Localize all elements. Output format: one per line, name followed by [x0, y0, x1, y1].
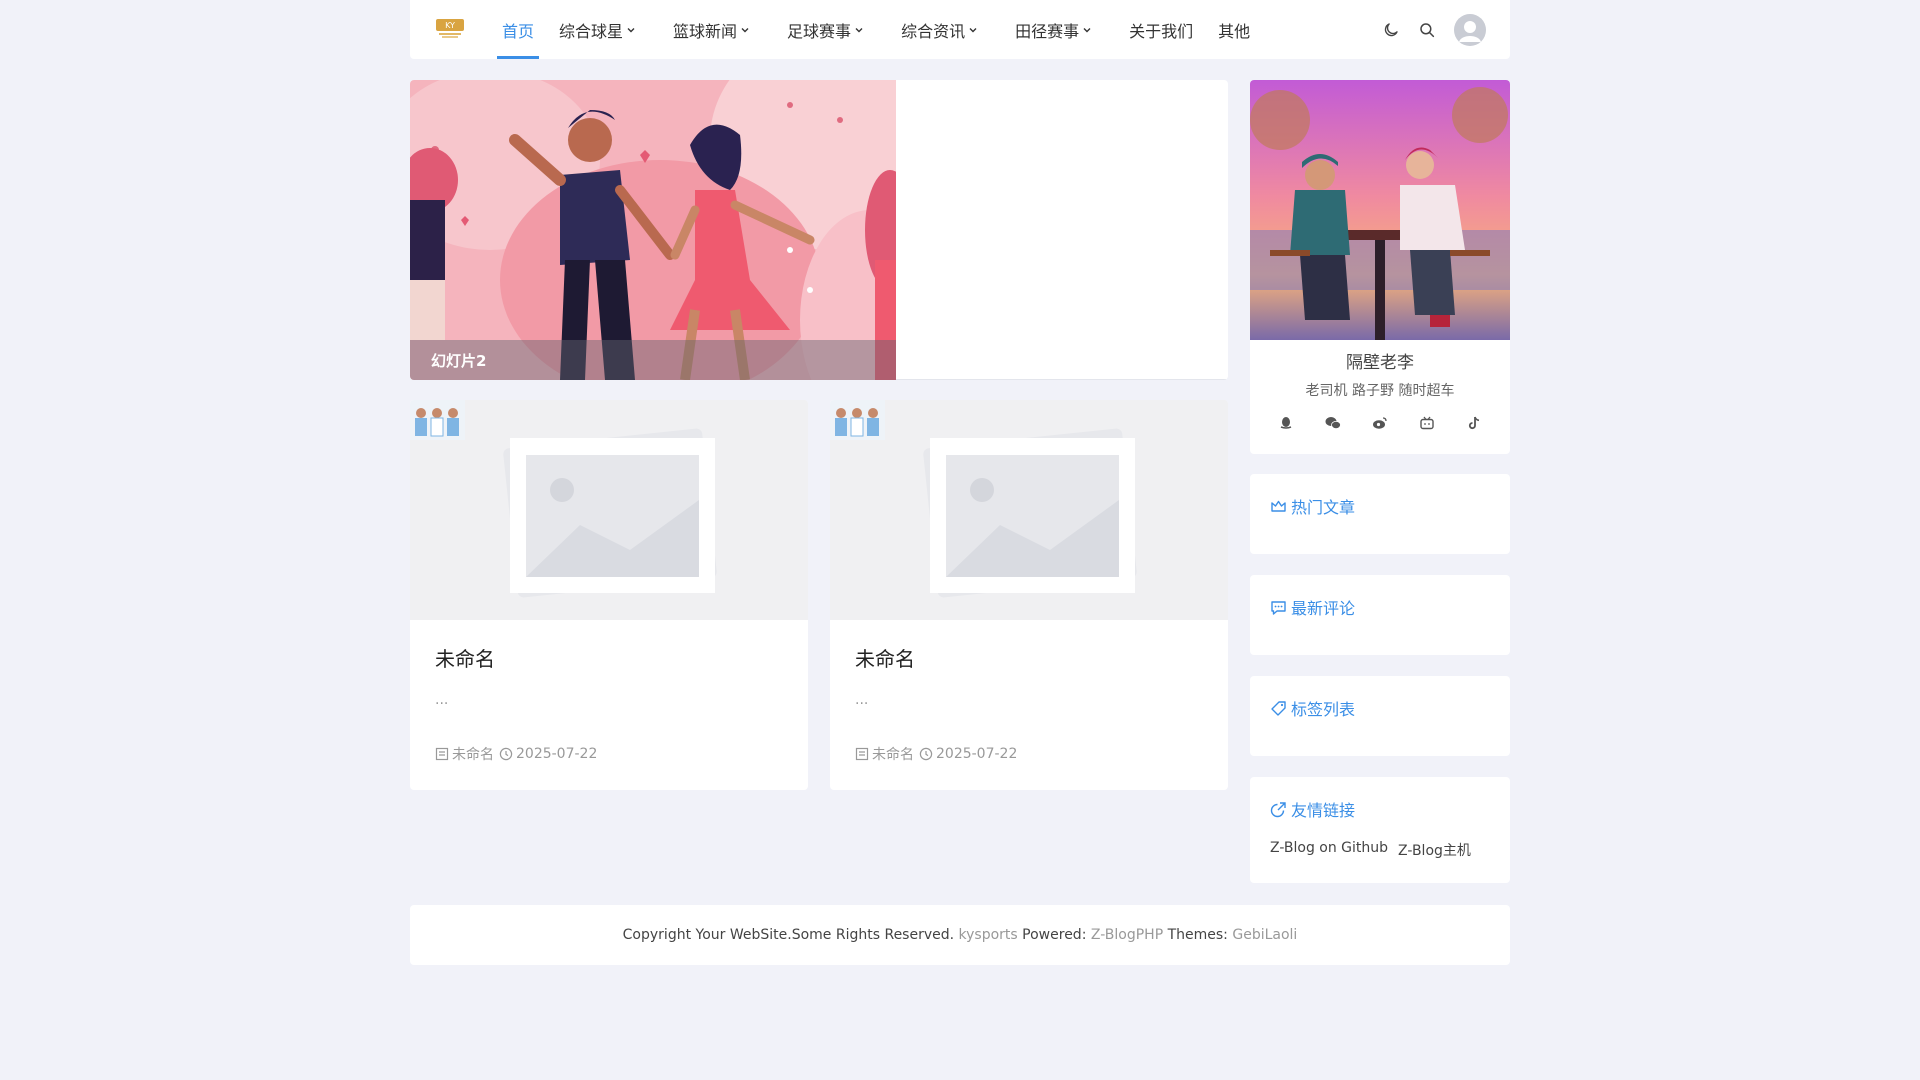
post-date-label: 2025-07-22: [516, 746, 598, 762]
post-date: 2025-07-22: [499, 746, 597, 762]
chevron-down-icon: [1083, 27, 1091, 32]
footer-powered-link[interactable]: Z-BlogPHP: [1091, 927, 1163, 943]
chevron-down-icon: [627, 27, 635, 32]
header-tools: [1366, 0, 1486, 59]
post-category[interactable]: 未命名: [435, 744, 494, 764]
clock-icon: [919, 747, 933, 761]
category-icon: [855, 747, 869, 761]
post-category[interactable]: 未命名: [855, 744, 914, 764]
site-header: KY 首页 综合球星 篮球新闻 足球赛事 综合资讯 田径赛事 关于我们 其他: [410, 0, 1510, 59]
widget-title-text: 标签列表: [1291, 700, 1356, 719]
post-date-label: 2025-07-22: [936, 746, 1018, 762]
nav-label: 篮球新闻: [673, 21, 738, 41]
nav-label: 综合资讯: [901, 21, 966, 41]
post-excerpt: ...: [435, 692, 449, 708]
tag-icon: [1271, 700, 1286, 716]
footer-site-link[interactable]: kysports: [959, 927, 1018, 943]
slide-image[interactable]: 幻灯片2: [410, 80, 896, 380]
nav-label: 综合球星: [559, 21, 624, 41]
nav-item-athletics[interactable]: 田径赛事: [1010, 0, 1097, 59]
nav-label: 田径赛事: [1015, 21, 1080, 41]
nav-item-football[interactable]: 足球赛事: [782, 0, 869, 59]
nav-item-news[interactable]: 综合资讯: [896, 0, 983, 59]
profile-card: 隔壁老李 老司机 路子野 随时超车: [1250, 80, 1510, 454]
footer-powered-label: Powered:: [1022, 927, 1087, 943]
widget-title[interactable]: 最新评论: [1270, 595, 1355, 619]
post-category-label: 未命名: [452, 747, 494, 763]
chevron-down-icon: [741, 27, 749, 32]
chevron-down-icon: [855, 27, 863, 32]
footer-copyright: Copyright Your WebSite.Some Rights Reser…: [622, 927, 955, 943]
post-title[interactable]: 未命名: [435, 643, 495, 672]
post-card[interactable]: 未命名 ... 未命名 2025-07-22: [410, 400, 808, 790]
post-title[interactable]: 未命名: [855, 643, 915, 672]
widget-title[interactable]: 热门文章: [1270, 494, 1355, 518]
nav-label: 首页: [502, 21, 535, 41]
widget-title-text: 最新评论: [1291, 599, 1356, 618]
nav-item-home[interactable]: 首页: [497, 0, 540, 59]
slide-caption: 幻灯片2: [410, 340, 896, 380]
widget-hot-posts: 热门文章: [1250, 474, 1510, 554]
post-thumbnail-placeholder[interactable]: [830, 400, 1228, 620]
clock-icon: [499, 747, 513, 761]
wechat-icon[interactable]: [1324, 414, 1342, 432]
nav-item-basketball[interactable]: 篮球新闻: [668, 0, 755, 59]
comment-icon: [1271, 600, 1286, 615]
crown-icon: [1271, 500, 1286, 512]
post-excerpt: ...: [855, 692, 869, 708]
bilibili-icon[interactable]: [1418, 414, 1436, 432]
widget-title-text: 热门文章: [1291, 498, 1356, 517]
slider: 幻灯片2: [410, 80, 1228, 380]
nav-label: 关于我们: [1129, 21, 1194, 41]
nav-item-stars[interactable]: 综合球星: [554, 0, 641, 59]
friend-links-list: Z-Blog on Github Z-Blog主机: [1270, 840, 1481, 860]
tiktok-icon[interactable]: [1465, 414, 1483, 432]
profile-cover-image: [1250, 80, 1510, 340]
site-footer: Copyright Your WebSite.Some Rights Reser…: [410, 905, 1510, 965]
social-links: [1250, 414, 1510, 432]
post-author-thumb: [410, 400, 465, 440]
dark-mode-moon-icon[interactable]: [1380, 19, 1402, 41]
friend-link[interactable]: Z-Blog主机: [1398, 840, 1471, 860]
slide-caption-text: 幻灯片2: [431, 352, 487, 370]
post-card[interactable]: 未命名 ... 未命名 2025-07-22: [830, 400, 1228, 790]
external-link-icon: [1270, 801, 1286, 817]
widget-title-text: 友情链接: [1291, 801, 1356, 820]
footer-themes-label: Themes:: [1167, 927, 1228, 943]
friend-link[interactable]: Z-Blog on Github: [1270, 840, 1388, 860]
nav-label: 足球赛事: [787, 21, 852, 41]
footer-theme-link[interactable]: GebiLaoli: [1232, 927, 1297, 943]
post-author-thumb: [830, 400, 885, 440]
widget-tags: 标签列表: [1250, 676, 1510, 756]
profile-name: 隔壁老李: [1346, 353, 1414, 373]
chevron-down-icon: [969, 27, 977, 32]
svg-text:KY: KY: [445, 21, 455, 30]
weibo-icon[interactable]: [1371, 414, 1389, 432]
widget-recent-comments: 最新评论: [1250, 575, 1510, 655]
widget-friend-links: 友情链接 Z-Blog on Github Z-Blog主机: [1250, 777, 1510, 883]
post-meta: 未命名 2025-07-22: [855, 744, 1022, 764]
category-icon: [435, 747, 449, 761]
main-nav: 首页 综合球星 篮球新闻 足球赛事 综合资讯 田径赛事 关于我们 其他: [497, 0, 1270, 59]
nav-item-other[interactable]: 其他: [1213, 0, 1255, 59]
search-icon[interactable]: [1416, 19, 1438, 41]
nav-item-about[interactable]: 关于我们: [1124, 0, 1198, 59]
post-category-label: 未命名: [872, 747, 914, 763]
widget-title[interactable]: 友情链接: [1270, 797, 1355, 821]
post-thumbnail-placeholder[interactable]: [410, 400, 808, 620]
nav-label: 其他: [1218, 21, 1251, 41]
post-date: 2025-07-22: [919, 746, 1017, 762]
site-logo[interactable]: KY: [434, 16, 466, 40]
divider: [896, 379, 1228, 380]
qq-icon[interactable]: [1277, 414, 1295, 432]
post-meta: 未命名 2025-07-22: [435, 744, 602, 764]
user-avatar[interactable]: [1454, 13, 1486, 46]
profile-description: 老司机 路子野 随时超车: [1305, 383, 1455, 399]
widget-title[interactable]: 标签列表: [1270, 696, 1355, 720]
